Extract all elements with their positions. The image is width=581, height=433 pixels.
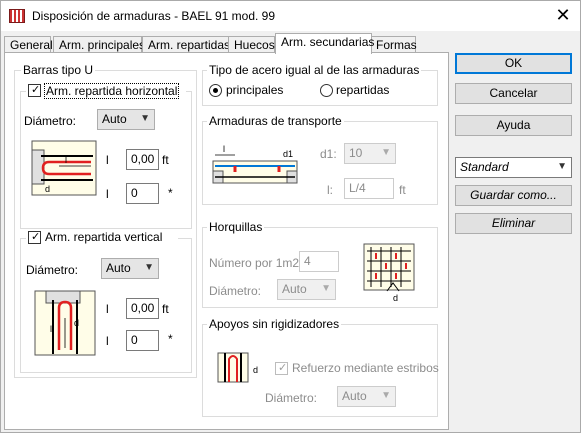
horizontal-l-unit: ft: [162, 153, 169, 167]
group-title: Armaduras de transporte: [207, 114, 344, 128]
chevron-down-icon: ▼: [381, 147, 391, 158]
vertical-diametro-label: Diámetro:: [26, 263, 79, 277]
horizontal-pic-d: d: [45, 184, 50, 194]
ok-button[interactable]: OK: [455, 53, 572, 74]
numero-input[interactable]: 4: [299, 251, 339, 272]
chevron-down-icon: ▼: [557, 161, 567, 172]
refuerzo-checkbox[interactable]: ✓: [275, 362, 288, 375]
chevron-down-icon: ▼: [144, 262, 154, 273]
transporte-pic-d1: d1: [283, 149, 293, 159]
horizontal-count-input[interactable]: 0: [126, 183, 159, 204]
group-title: Horquillas: [207, 220, 265, 234]
vertical-label: Arm. repartida vertical: [45, 230, 163, 244]
horquillas-pic-d: d: [393, 293, 398, 303]
cancel-button[interactable]: Cancelar: [455, 83, 572, 104]
group-barras-tipo-u: Barras tipo U ✓ Arm. repartida horizonta…: [14, 63, 197, 378]
help-button[interactable]: Ayuda: [455, 115, 572, 136]
window-title: Disposición de armaduras - BAEL 91 mod. …: [32, 9, 276, 23]
horizontal-l-label: l: [106, 153, 109, 167]
vertical-diagram: l d: [34, 290, 96, 356]
group-horizontal: ✓ Arm. repartida horizontal Diámetro: Au…: [20, 83, 192, 229]
close-icon[interactable]: ✕: [552, 5, 574, 27]
chevron-down-icon: ▼: [321, 283, 331, 294]
vertical-count-input[interactable]: 0: [126, 330, 159, 351]
app-icon: [9, 9, 25, 23]
vertical-l-label: l: [106, 302, 109, 316]
vertical-checkbox[interactable]: ✓: [28, 231, 41, 244]
delete-button[interactable]: Eliminar: [455, 213, 572, 234]
preset-select[interactable]: Standard ▼: [455, 157, 572, 178]
horizontal-diametro-label: Diámetro:: [24, 114, 77, 128]
group-title: Apoyos sin rigidizadores: [207, 317, 342, 331]
horquillas-diametro-label: Diámetro:: [209, 284, 262, 298]
horizontal-label: Arm. repartida horizontal: [44, 83, 180, 99]
transporte-l-label: l:: [327, 183, 333, 197]
group-horquillas: Horquillas Número por 1m2: 4 Diámetro: A…: [202, 220, 438, 308]
vertical-pic-d: d: [74, 318, 79, 328]
group-transporte: Armaduras de transporte l d1 d1: 10 ▼ l: …: [202, 114, 438, 205]
numero-label: Número por 1m2:: [209, 256, 303, 270]
vertical-pic-l: l: [50, 324, 52, 334]
horizontal-l-input[interactable]: 0,00: [126, 149, 159, 170]
horquillas-diametro-select[interactable]: Auto ▼: [277, 279, 336, 300]
chevron-down-icon: ▼: [381, 390, 391, 401]
group-tipo-acero: Tipo de acero igual al de las armaduras …: [202, 63, 438, 106]
tab-arm-secundarias[interactable]: Arm. secundarias: [275, 33, 374, 54]
chevron-down-icon: ▼: [140, 113, 150, 124]
horizontal-count-unit: *: [168, 186, 173, 200]
d1-label: d1:: [320, 147, 337, 161]
horizontal-count-label: l: [106, 187, 109, 201]
apoyos-diagram: d: [217, 352, 258, 383]
dialog-window: Disposición de armaduras - BAEL 91 mod. …: [0, 0, 581, 433]
refuerzo-label: Refuerzo mediante estribos: [292, 361, 439, 375]
vertical-diametro-select[interactable]: Auto ▼: [101, 258, 159, 279]
vertical-l-unit: ft: [162, 302, 169, 316]
vertical-count-unit: *: [168, 332, 173, 346]
transporte-l-input[interactable]: L/4: [344, 178, 394, 199]
group-apoyos: Apoyos sin rigidizadores d ✓ Refuerzo me…: [202, 317, 439, 417]
radio-principales[interactable]: [209, 84, 222, 97]
transporte-pic-l: l: [223, 144, 225, 154]
transporte-l-unit: ft: [399, 183, 406, 197]
apoyos-diametro-select[interactable]: Auto ▼: [337, 386, 396, 407]
horizontal-diametro-select[interactable]: Auto ▼: [97, 109, 155, 130]
horizontal-pic-l: l: [65, 155, 67, 165]
apoyos-pic-d: d: [253, 365, 258, 375]
group-title: Barras tipo U: [21, 63, 96, 77]
group-title: Tipo de acero igual al de las armaduras: [207, 63, 422, 77]
title-bar: Disposición de armaduras - BAEL 91 mod. …: [1, 1, 580, 31]
radio-repartidas-label: repartidas: [336, 83, 390, 97]
horizontal-diagram: l d: [31, 140, 97, 196]
radio-principales-label: principales: [226, 83, 284, 97]
d1-select[interactable]: 10 ▼: [344, 143, 396, 164]
horizontal-checkbox[interactable]: ✓: [28, 84, 41, 97]
transporte-diagram: l d1: [212, 144, 298, 184]
save-as-button[interactable]: Guardar como...: [455, 185, 572, 206]
horquillas-diagram: d: [363, 243, 415, 303]
vertical-l-input[interactable]: 0,00: [126, 298, 159, 319]
group-vertical: ✓ Arm. repartida vertical Diámetro: Auto…: [20, 230, 192, 373]
tab-panel: Barras tipo U ✓ Arm. repartida horizonta…: [4, 52, 449, 430]
vertical-count-label: l: [106, 334, 109, 348]
radio-repartidas[interactable]: [320, 84, 333, 97]
apoyos-diametro-label: Diámetro:: [265, 391, 318, 405]
